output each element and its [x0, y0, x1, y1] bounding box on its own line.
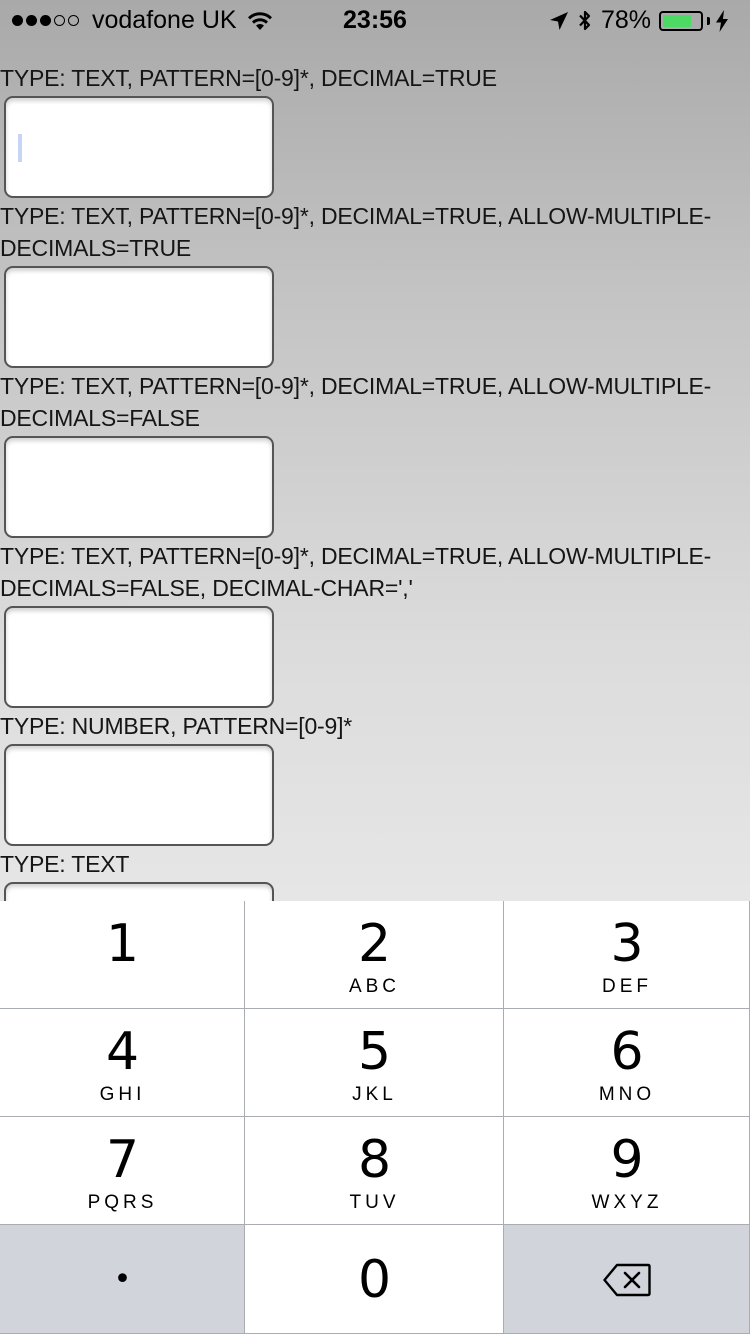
decimal-dot: •: [113, 1261, 132, 1297]
key-digit: 0: [357, 1249, 392, 1310]
key-letters: WXYZ: [591, 1192, 663, 1213]
backspace-icon: [603, 1263, 651, 1296]
key-2[interactable]: 2 ABC: [245, 901, 504, 1009]
key-digit: 8: [357, 1130, 392, 1190]
key-4[interactable]: 4 GHI: [0, 1009, 245, 1117]
status-bar: vodafone UK 23:56 78%: [0, 0, 750, 40]
key-letters: ABC: [348, 976, 401, 997]
key-letters: DEF: [602, 976, 652, 997]
key-9[interactable]: 9 WXYZ: [504, 1117, 750, 1225]
number-pattern-input[interactable]: [4, 744, 274, 846]
field-label: TYPE: TEXT, PATTERN=[0-9]*, DECIMAL=TRUE…: [0, 543, 712, 601]
key-3[interactable]: 3 DEF: [504, 901, 750, 1009]
field-label: TYPE: TEXT, PATTERN=[0-9]*, DECIMAL=TRUE…: [0, 203, 712, 261]
key-7[interactable]: 7 PQRS: [0, 1117, 245, 1225]
key-digit: 5: [357, 1022, 392, 1082]
battery-nub: [707, 16, 710, 25]
text-decimal-char-comma-input[interactable]: [4, 606, 274, 708]
key-digit: 7: [105, 1130, 140, 1190]
decimal-key[interactable]: •: [0, 1225, 245, 1334]
text-multiple-decimals-true-input[interactable]: [4, 266, 274, 368]
location-arrow-icon: [549, 11, 568, 30]
key-digit: 6: [610, 1022, 644, 1082]
field-label: TYPE: NUMBER, PATTERN=[0-9]*: [0, 713, 353, 739]
text-decimal-input[interactable]: [4, 96, 274, 198]
numeric-keypad: 1 2 ABC 3 DEF 4 GHI 5 JKL 6 MNO 7 PQRS 8…: [0, 901, 750, 1334]
delete-key[interactable]: [504, 1225, 750, 1334]
battery-icon: [659, 10, 703, 31]
key-digit: 1: [105, 914, 140, 974]
key-5[interactable]: 5 JKL: [245, 1009, 504, 1117]
key-8[interactable]: 8 TUV: [245, 1117, 504, 1225]
battery-percent: 78%: [600, 6, 651, 34]
field-label: TYPE: TEXT, PATTERN=[0-9]*, DECIMAL=TRUE: [0, 65, 497, 91]
key-digit: 9: [610, 1130, 644, 1190]
charging-bolt-icon: [716, 9, 728, 32]
field-label: TYPE: TEXT, PATTERN=[0-9]*, DECIMAL=TRUE…: [0, 373, 712, 431]
status-right: 78%: [549, 6, 736, 35]
key-6[interactable]: 6 MNO: [504, 1009, 750, 1117]
text-multiple-decimals-false-input[interactable]: [4, 436, 274, 538]
text-caret: [18, 134, 22, 162]
battery-fill: [663, 14, 692, 27]
key-0[interactable]: 0: [245, 1225, 504, 1334]
key-digit: 3: [610, 914, 644, 974]
key-letters: GHI: [99, 1084, 146, 1105]
field-label: TYPE: TEXT: [0, 851, 130, 877]
bluetooth-icon: [579, 10, 591, 30]
key-letters: PQRS: [87, 1192, 158, 1213]
key-digit: 4: [105, 1022, 140, 1082]
key-1[interactable]: 1: [0, 901, 245, 1009]
key-digit: 2: [357, 914, 392, 974]
key-letters: JKL: [352, 1084, 397, 1105]
key-letters: MNO: [598, 1084, 656, 1105]
key-letters: TUV: [349, 1192, 400, 1213]
form-content: TYPE: TEXT, PATTERN=[0-9]*, DECIMAL=TRUE…: [0, 62, 750, 986]
